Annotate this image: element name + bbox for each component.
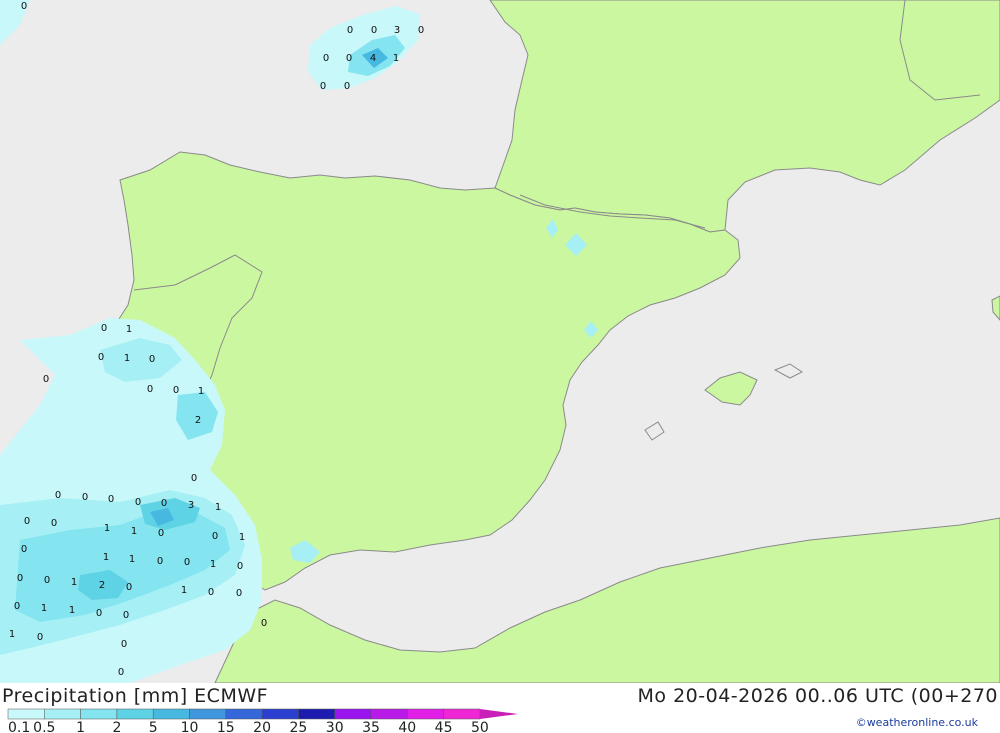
precip-value-label: 0 — [418, 25, 424, 36]
precip-value-label: 0 — [21, 1, 27, 12]
precip-value-label: 0 — [261, 618, 267, 629]
precip-value-label: 1 — [41, 603, 47, 614]
precip-value-label: 1 — [126, 324, 132, 335]
legend-color-box — [407, 708, 444, 720]
precip-value-label: 1 — [71, 577, 77, 588]
valid-time: Mo 20-04-2026 00..06 UTC (00+270 — [637, 685, 998, 707]
precip-value-label: 0 — [24, 516, 30, 527]
legend-label: 0.1 — [8, 720, 30, 733]
precip-value-label: 0 — [82, 492, 88, 503]
precip-value-label: 0 — [108, 494, 114, 505]
legend-label: 35 — [362, 720, 380, 733]
legend-label: 30 — [326, 720, 344, 733]
precip-value-label: 0 — [123, 610, 129, 621]
legend-label: 15 — [217, 720, 235, 733]
map-title: Precipitation [mm] ECMWF — [2, 685, 269, 707]
precip-value-label: 2 — [195, 415, 201, 426]
credit-link[interactable]: ©weatheronline.co.uk — [856, 716, 978, 729]
precip-value-label: 1 — [393, 53, 399, 64]
precip-value-label: 3 — [394, 25, 400, 36]
precip-value-label: 1 — [104, 523, 110, 534]
precip-value-label: 0 — [236, 588, 242, 599]
precipitation-map: 0 0 0 3 0 0 0 4 1 0 0 0 1 0 1 0 0 0 0 1 2 0 0 0 0 0 0 3 1 0 0 1 1 0 0 1 0 1 1 0… — [0, 0, 1000, 683]
precip-value-label: 0 — [161, 498, 167, 509]
precip-value-label: 1 — [210, 559, 216, 570]
legend-color-box — [44, 708, 81, 720]
legend-label: 45 — [435, 720, 453, 733]
precip-value-label: 0 — [237, 561, 243, 572]
precip-value-label: 1 — [181, 585, 187, 596]
legend-label: 50 — [471, 720, 489, 733]
legend-color-box — [80, 708, 118, 720]
precip-value-label: 0 — [14, 601, 20, 612]
precip-value-label: 0 — [135, 497, 141, 508]
precip-value-label: 0 — [173, 385, 179, 396]
legend-label: 5 — [149, 720, 158, 733]
precip-value-label: 1 — [69, 605, 75, 616]
precip-value-label: 0 — [98, 352, 104, 363]
precip-value-label: 0 — [101, 323, 107, 334]
precip-value-label: 4 — [370, 53, 376, 64]
legend-color-box — [152, 708, 190, 720]
precip-value-label: 0 — [184, 557, 190, 568]
precip-value-label: 0 — [126, 582, 132, 593]
precip-value-label: 0 — [212, 531, 218, 542]
precip-value-label: 0 — [347, 25, 353, 36]
legend-color-box — [189, 708, 227, 720]
precip-value-label: 1 — [9, 629, 15, 640]
precip-value-label: 0 — [147, 384, 153, 395]
precip-value-label: 0 — [158, 528, 164, 539]
legend-color-box — [334, 708, 372, 720]
precip-value-label: 1 — [124, 353, 130, 364]
legend-label: 1 — [76, 720, 85, 733]
precip-value-label: 0 — [37, 632, 43, 643]
precip-value-label: 2 — [99, 580, 105, 591]
precip-value-label: 0 — [96, 608, 102, 619]
precip-value-label: 1 — [129, 554, 135, 565]
precip-value-label: 0 — [17, 573, 23, 584]
legend-color-box — [443, 708, 481, 720]
legend-color-box — [370, 708, 408, 720]
legend-arrow — [480, 709, 518, 719]
precip-value-label: 0 — [51, 518, 57, 529]
legend-label: 0.5 — [33, 720, 55, 733]
precip-value-label: 0 — [371, 25, 377, 36]
precip-value-label: 0 — [320, 81, 326, 92]
precip-value-label: 0 — [208, 587, 214, 598]
precip-value-label: 0 — [121, 639, 127, 650]
precip-value-label: 0 — [344, 81, 350, 92]
legend-label: 2 — [112, 720, 121, 733]
precip-value-label: 0 — [346, 53, 352, 64]
precip-value-label: 0 — [323, 53, 329, 64]
precip-value-label: 1 — [103, 552, 109, 563]
legend-color-box — [298, 708, 335, 720]
precip-value-label: 0 — [149, 354, 155, 365]
legend-color-box — [116, 708, 154, 720]
legend-color-box — [7, 708, 45, 720]
precip-value-label: 0 — [44, 575, 50, 586]
precip-value-label: 0 — [55, 490, 61, 501]
precip-value-label: 1 — [131, 526, 137, 537]
precip-value-label: 0 — [43, 374, 49, 385]
legend-color-box — [225, 708, 263, 720]
precip-value-label: 0 — [21, 544, 27, 555]
legend-label: 40 — [398, 720, 416, 733]
precip-value-label: 1 — [215, 502, 221, 513]
legend-label: 25 — [289, 720, 307, 733]
precip-value-label: 3 — [188, 500, 194, 511]
precip-value-label: 0 — [118, 667, 124, 678]
legend-color-box — [261, 708, 299, 720]
precip-value-label: 1 — [198, 386, 204, 397]
legend-label: 10 — [181, 720, 199, 733]
footer: Precipitation [mm] ECMWF Mo 20-04-2026 0… — [0, 683, 1000, 733]
precip-value-label: 0 — [191, 473, 197, 484]
precip-value-label: 0 — [157, 556, 163, 567]
color-legend: 0.1 0.5 1 2 5 10 15 20 25 30 35 40 45 50 — [7, 708, 518, 733]
legend-label: 20 — [253, 720, 271, 733]
precip-value-label: 1 — [239, 532, 245, 543]
